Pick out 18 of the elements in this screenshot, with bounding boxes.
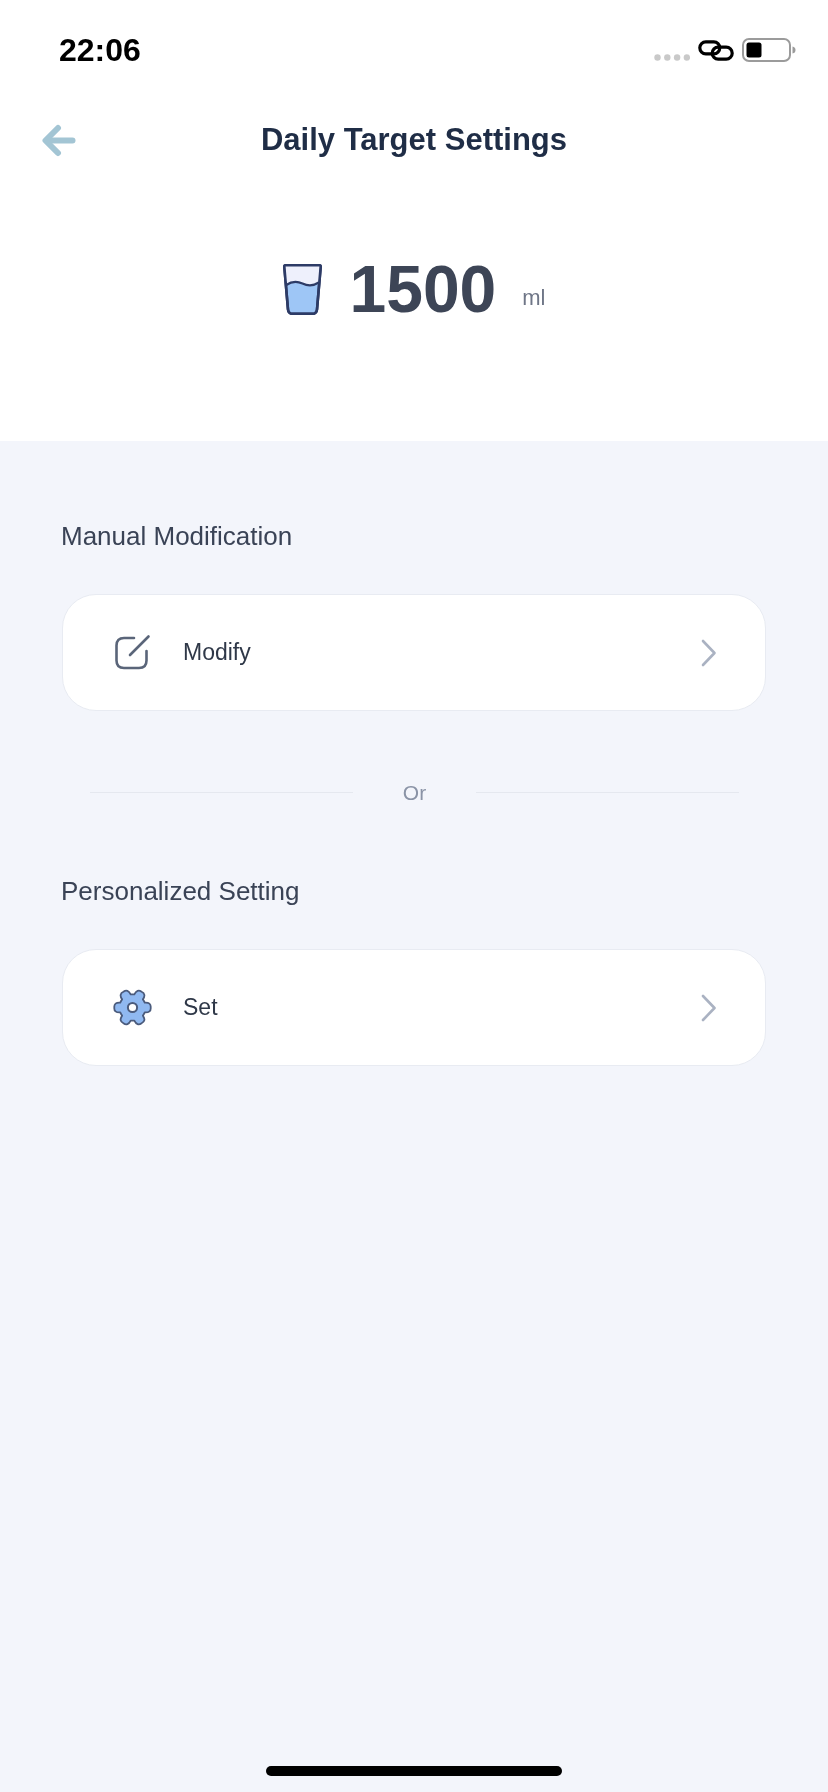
chevron-right-icon [701, 638, 717, 667]
back-button[interactable] [42, 123, 76, 157]
option-row[interactable]: Modify [62, 594, 766, 711]
section-heading: Personalized Setting [61, 876, 301, 907]
divider-label: Or [402, 781, 427, 803]
chain-link-icon [698, 39, 734, 61]
signal-icon [654, 53, 690, 61]
target-amount: 1500 [349, 256, 497, 322]
battery-icon [742, 38, 796, 62]
option-row[interactable]: Set [62, 949, 766, 1066]
status-time: 22:06 [59, 34, 141, 66]
unit-label: ml [522, 287, 546, 309]
edit-square-icon [113, 633, 152, 672]
water-glass-icon [282, 262, 324, 316]
page-title: Daily Target Settings [260, 121, 568, 159]
chevron-right-icon [701, 993, 717, 1022]
gear-icon [113, 988, 152, 1027]
section-heading: Manual Modification [61, 521, 294, 552]
